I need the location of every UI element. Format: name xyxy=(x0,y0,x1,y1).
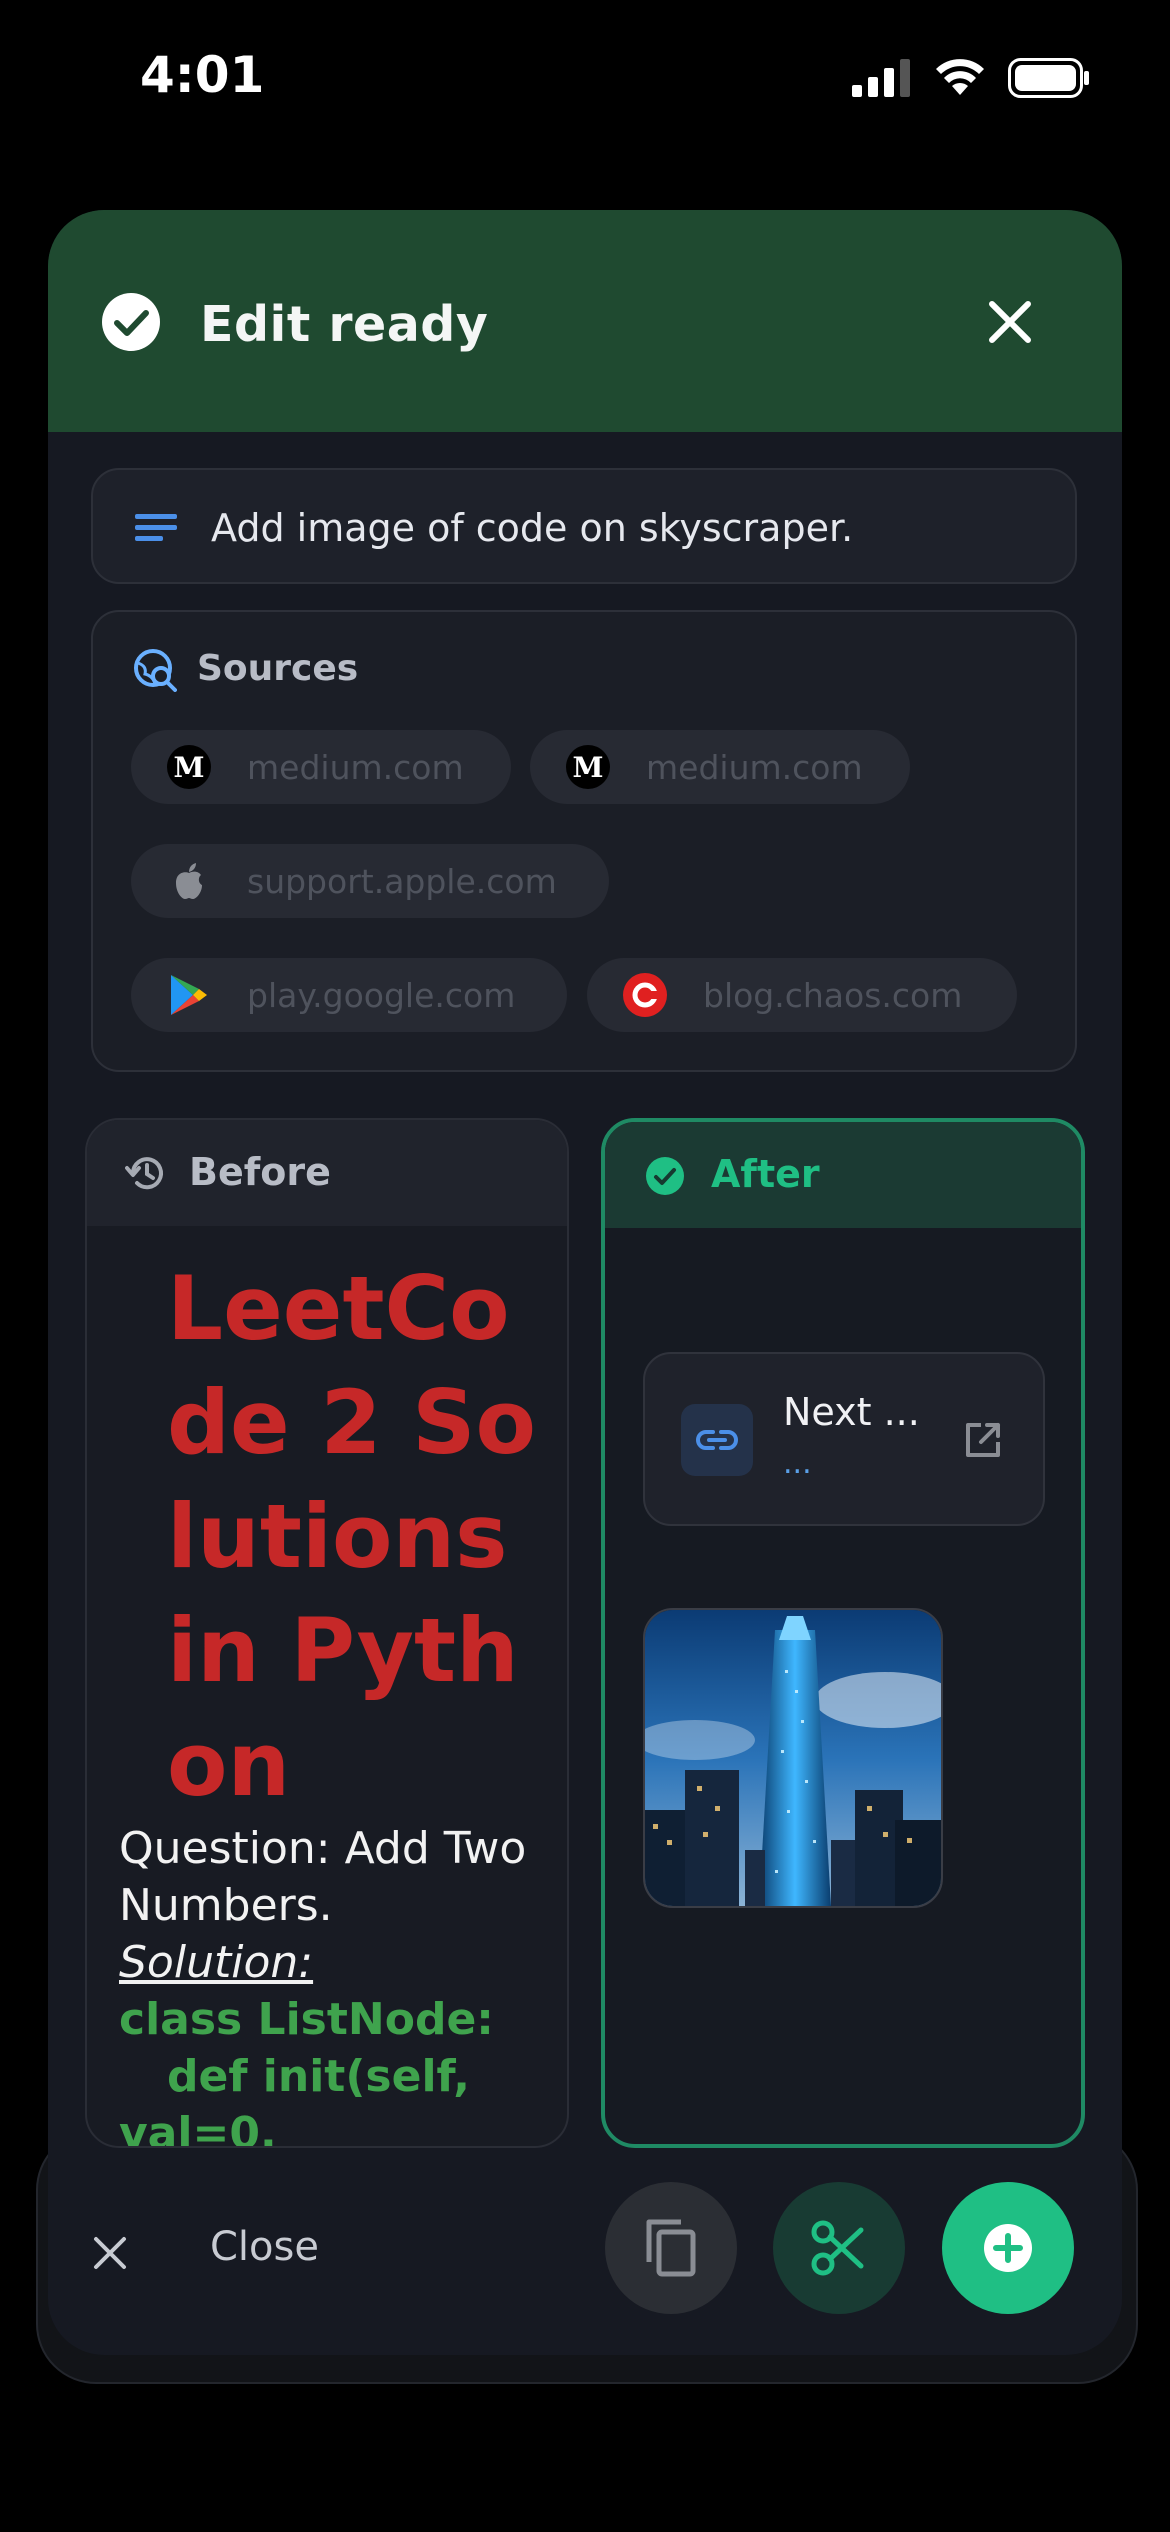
source-chip-medium-1[interactable]: M medium.com xyxy=(131,730,511,804)
before-panel[interactable]: Before LeetCode 2 Solutions in Python Qu… xyxy=(85,1118,569,2148)
before-code-line: def init(self, xyxy=(167,2051,470,2102)
link-title: Next ... xyxy=(783,1390,920,1434)
prompt-text: Add image of code on skyscraper. xyxy=(211,506,854,550)
source-chip-label: support.apple.com xyxy=(247,861,557,901)
source-chip-label: play.google.com xyxy=(247,975,516,1015)
after-panel-header: After xyxy=(605,1122,1081,1228)
apple-logo-icon xyxy=(167,859,211,903)
copy-icon xyxy=(646,2219,696,2277)
history-icon xyxy=(125,1157,163,1190)
source-chip-chaos[interactable]: blog.chaos.com xyxy=(587,958,1017,1032)
dialog-header: Edit ready xyxy=(48,210,1122,432)
before-label: Before xyxy=(189,1150,331,1194)
link-card[interactable]: Next ... ... xyxy=(643,1352,1045,1526)
sources-panel: Sources M medium.com M medium.com suppor… xyxy=(91,610,1077,1072)
close-x-icon[interactable] xyxy=(90,2233,130,2273)
close-icon[interactable] xyxy=(978,290,1042,354)
check-circle-icon xyxy=(102,293,160,351)
copy-button[interactable] xyxy=(605,2182,737,2314)
add-button[interactable] xyxy=(942,2182,1074,2314)
status-bar: 4:01 xyxy=(0,0,1170,150)
signal-icon xyxy=(852,59,910,97)
source-chip-label: medium.com xyxy=(646,747,863,787)
status-time: 4:01 xyxy=(140,46,265,104)
close-button[interactable]: Close xyxy=(210,2224,319,2270)
google-play-logo-icon xyxy=(167,973,211,1017)
medium-logo-icon: M xyxy=(566,745,610,789)
open-external-icon[interactable] xyxy=(963,1420,1003,1460)
scissors-icon xyxy=(811,2220,864,2276)
before-code-line: class ListNode: xyxy=(119,1994,494,2045)
dialog-title: Edit ready xyxy=(200,296,489,353)
battery-icon xyxy=(1008,58,1089,98)
edit-dialog: Edit ready Add image of code on skyscrap… xyxy=(48,210,1122,2355)
source-chip-label: medium.com xyxy=(247,747,464,787)
before-question: Question: Add Two Numbers. xyxy=(119,1823,527,1931)
before-content: LeetCode 2 Solutions in Python Question:… xyxy=(87,1226,567,2146)
link-icon xyxy=(681,1404,753,1476)
before-heading: LeetCode 2 Solutions in Python xyxy=(167,1257,537,1816)
cut-button[interactable] xyxy=(773,2182,905,2314)
wifi-icon xyxy=(936,59,984,95)
source-chip-apple[interactable]: support.apple.com xyxy=(131,844,609,918)
search-globe-icon xyxy=(134,649,177,692)
check-circle-icon xyxy=(646,1157,684,1195)
chaos-logo-icon xyxy=(623,973,667,1017)
medium-logo-icon: M xyxy=(167,745,211,789)
source-chip-medium-2[interactable]: M medium.com xyxy=(530,730,910,804)
after-panel[interactable]: After Next ... ... xyxy=(601,1118,1085,2148)
sources-title: Sources xyxy=(197,648,359,689)
before-panel-header: Before xyxy=(87,1120,567,1226)
link-subtitle: ... xyxy=(783,1446,812,1481)
prompt-box: Add image of code on skyscraper. xyxy=(91,468,1077,584)
after-label: After xyxy=(711,1152,820,1196)
source-chip-label: blog.chaos.com xyxy=(703,975,963,1015)
source-chip-google-play[interactable]: play.google.com xyxy=(131,958,567,1032)
plus-circle-icon xyxy=(984,2224,1032,2272)
status-icons xyxy=(852,58,1090,98)
skyscraper-image[interactable] xyxy=(643,1608,943,1908)
lines-icon xyxy=(135,514,177,541)
before-solution-label: Solution: xyxy=(119,1937,314,1988)
before-code-line: val=0, xyxy=(119,2108,277,2146)
